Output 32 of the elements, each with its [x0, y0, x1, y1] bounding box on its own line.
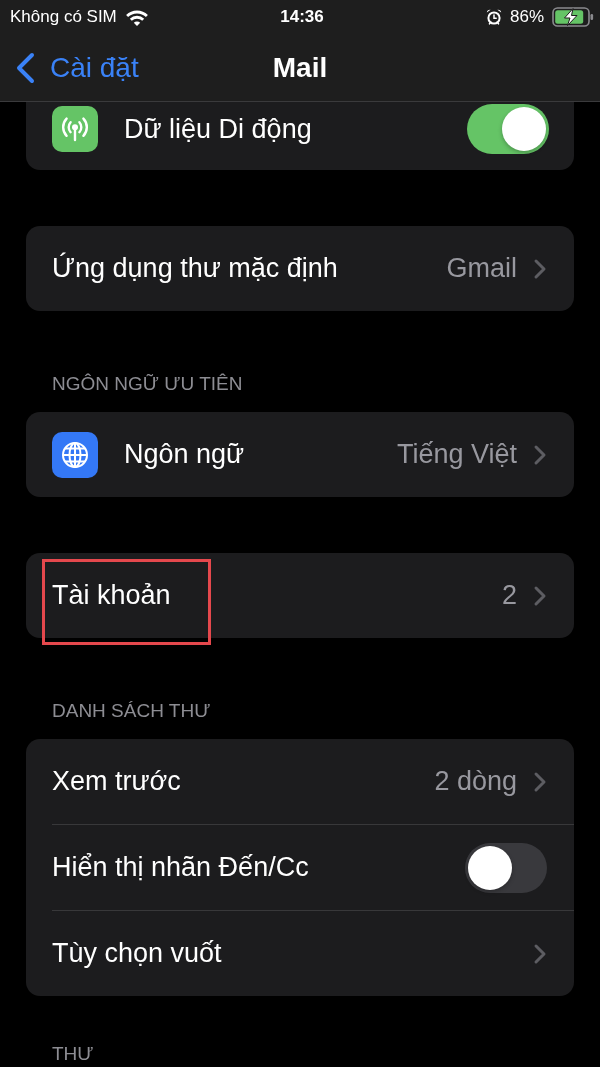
- setting-label[interactable]: Tài khoản: [52, 580, 502, 611]
- setting-label[interactable]: Ứng dụng thư mặc định: [52, 253, 447, 284]
- setting-label[interactable]: Ngôn ngữ: [124, 439, 397, 470]
- chevron-right-icon: [533, 770, 547, 793]
- setting-label[interactable]: Hiển thị nhãn Đến/Cc: [52, 852, 465, 883]
- setting-value: Tiếng Việt: [396, 439, 517, 470]
- section-header: NGÔN NGỮ ƯU TIÊN: [51, 372, 244, 396]
- setting-value: Gmail: [446, 253, 517, 284]
- setting-value: 2: [501, 580, 517, 611]
- battery-charging-icon: [552, 7, 594, 27]
- alarm-clock-icon: [485, 9, 502, 25]
- page-title: Mail: [272, 51, 328, 84]
- setting-label[interactable]: Dữ liệu Di động: [124, 113, 467, 145]
- section-header: THƯ: [51, 1042, 95, 1065]
- chevron-right-icon: [533, 257, 547, 280]
- back-button[interactable]: Cài đặt: [14, 51, 139, 84]
- antenna-icon: [52, 106, 98, 152]
- toggle-switch[interactable]: [465, 842, 547, 893]
- setting-value: 2 dòng: [434, 766, 517, 797]
- setting-label[interactable]: Tùy chọn vuốt: [52, 938, 533, 969]
- toggle-switch[interactable]: [467, 104, 549, 154]
- chevron-right-icon: [533, 584, 547, 607]
- back-chevron-icon: [14, 51, 36, 84]
- wifi-icon: [124, 8, 149, 26]
- section-header: DANH SÁCH THƯ: [51, 699, 212, 723]
- chevron-right-icon: [533, 443, 547, 466]
- carrier-label: Không có SIM: [10, 7, 117, 27]
- chevron-right-icon: [533, 942, 547, 965]
- globe-icon: [52, 431, 98, 478]
- setting-label[interactable]: Xem trước: [52, 766, 435, 797]
- battery-percentage: 86%: [509, 7, 544, 27]
- clock-time: 14:36: [280, 7, 324, 27]
